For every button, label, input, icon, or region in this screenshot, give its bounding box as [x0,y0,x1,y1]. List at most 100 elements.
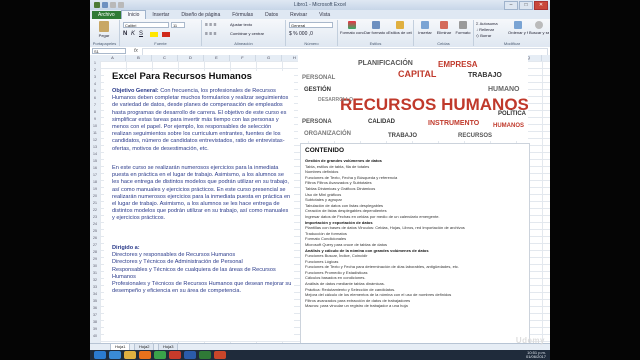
row-header[interactable]: 4 [90,82,100,86]
row-header[interactable]: 6 [90,96,100,100]
paste-button[interactable]: Pegar [93,21,115,38]
tab-home[interactable]: Inicio [120,10,147,19]
tab-data[interactable]: Datos [259,11,284,19]
folder-icon[interactable] [124,351,136,359]
delete-cells-button[interactable]: Eliminar [435,21,453,35]
row-header[interactable]: 7 [90,103,100,107]
worksheet-grid[interactable]: ABCDEFGHIJKLMNOPQR 123456789101112131415… [90,55,550,345]
word-cloud-image[interactable]: PLANIFICACIÓN EMPRESA TRABAJO PERSONAL C… [298,55,528,141]
row-header[interactable]: 18 [90,180,100,184]
row-header[interactable]: 25 [90,229,100,233]
merge-center-button[interactable]: Combinar y centrar [230,31,264,36]
row-header[interactable]: 22 [90,208,100,212]
row-header[interactable]: 24 [90,222,100,226]
minimize-icon[interactable]: – [504,1,518,10]
row-header[interactable]: 26 [90,236,100,240]
row-header[interactable]: 20 [90,194,100,198]
chrome-icon[interactable] [154,351,166,359]
name-box[interactable]: S1 [92,48,126,54]
clear-button[interactable]: ◇ Borrar [476,33,491,38]
directed-label: Dirigido a: [112,245,140,251]
excel-icon[interactable] [199,351,211,359]
row-header[interactable]: 14 [90,152,100,156]
row-header[interactable]: 32 [90,278,100,282]
cell-styles-button[interactable]: Estilos de celda [388,21,412,36]
underline-button[interactable]: S [139,31,143,37]
row-header[interactable]: 38 [90,320,100,324]
fill-button[interactable]: ↓ Rellenar [476,27,494,32]
row-header[interactable]: 10 [90,124,100,128]
row-header[interactable]: 16 [90,166,100,170]
insert-cells-label: Insertar [418,30,432,35]
bold-button[interactable]: N [123,31,127,37]
cloud-word: PERSONAL [302,75,336,81]
number-format-icons[interactable]: $ % 000 ,0 [289,31,313,37]
row-header[interactable]: 13 [90,145,100,149]
insert-cells-button[interactable]: Insertar [416,21,434,35]
row-header[interactable]: 36 [90,306,100,310]
cloud-word: INSTRUMENTO [428,120,480,127]
number-format-select[interactable]: General [289,22,333,28]
powerpoint-icon[interactable] [214,351,226,359]
row-header[interactable]: 35 [90,299,100,303]
row-header[interactable]: 23 [90,215,100,219]
maximize-icon[interactable]: □ [519,1,533,10]
row-header[interactable]: 9 [90,117,100,121]
row-header[interactable]: 34 [90,292,100,296]
app-icon[interactable] [169,351,181,359]
row-header[interactable]: 5 [90,89,100,93]
row-header[interactable]: 28 [90,250,100,254]
tab-review[interactable]: Revisar [284,11,313,19]
media-icon[interactable] [139,351,151,359]
row-header[interactable]: 27 [90,243,100,247]
autosum-button[interactable]: Σ Autosuma [476,21,498,26]
italic-button[interactable]: K [131,31,135,37]
word-icon[interactable] [184,351,196,359]
font-name-select[interactable]: Calibri [123,22,169,28]
row-header[interactable]: 12 [90,138,100,142]
window-controls: – □ ✕ [504,1,548,10]
row-header[interactable]: 33 [90,285,100,289]
tab-page-layout[interactable]: Diseño de página [175,11,226,19]
tab-formulas[interactable]: Fórmulas [226,11,259,19]
row-header[interactable]: 40 [90,334,100,338]
row-header[interactable]: 15 [90,159,100,163]
ie-icon[interactable] [109,351,121,359]
row-header[interactable]: 11 [90,131,100,135]
row-header[interactable]: 39 [90,327,100,331]
description-textbox[interactable]: Excel Para Recursos Humanos Objetivo Gen… [104,71,294,341]
system-clock[interactable]: 10:51 p.m. 01/06/2017 [526,351,546,359]
conditional-format-button[interactable]: Formato condicional [340,21,364,36]
row-header[interactable]: 19 [90,187,100,191]
row-header[interactable]: 30 [90,264,100,268]
start-icon[interactable] [94,351,106,359]
tab-insert[interactable]: Insertar [146,11,175,19]
contents-list: Gestión de grandes volúmenes de datos Tab… [305,158,523,309]
row-header[interactable]: 17 [90,173,100,177]
row-header[interactable]: 31 [90,271,100,275]
font-color-icon[interactable] [162,32,170,37]
find-select-button[interactable]: Buscar y seleccionar [529,21,549,36]
font-size-select[interactable]: 11 [171,22,185,28]
contents-textbox[interactable]: CONTENIDO Gestión de grandes volúmenes d… [300,143,530,345]
row-header[interactable]: 37 [90,313,100,317]
udemy-watermark: Udemy [515,336,545,345]
row-header[interactable]: 8 [90,110,100,114]
close-icon[interactable]: ✕ [534,1,548,10]
function-icon[interactable]: fx [134,47,138,55]
wrap-text-button[interactable]: Ajustar texto [230,22,252,27]
row-header[interactable]: 2 [90,68,100,72]
row-header[interactable]: 29 [90,257,100,261]
row-header[interactable]: 3 [90,75,100,79]
row-header[interactable]: 21 [90,201,100,205]
align-icons-2[interactable]: ≡ ≡ ≡ [205,31,217,37]
row-header[interactable]: 1 [90,61,100,65]
fill-color-icon[interactable] [150,32,158,37]
format-as-table-button[interactable]: Dar formato como tabla [364,21,388,36]
tab-view[interactable]: Vista [313,11,336,19]
format-cells-button[interactable]: Formato [454,21,472,35]
group-number: General $ % 000 ,0 Número [286,20,338,46]
tab-file[interactable]: Archivo [92,11,121,19]
sort-filter-button[interactable]: Ordenar y filtrar [508,21,528,36]
align-icons[interactable]: ≡ ≡ ≡ [205,22,217,28]
